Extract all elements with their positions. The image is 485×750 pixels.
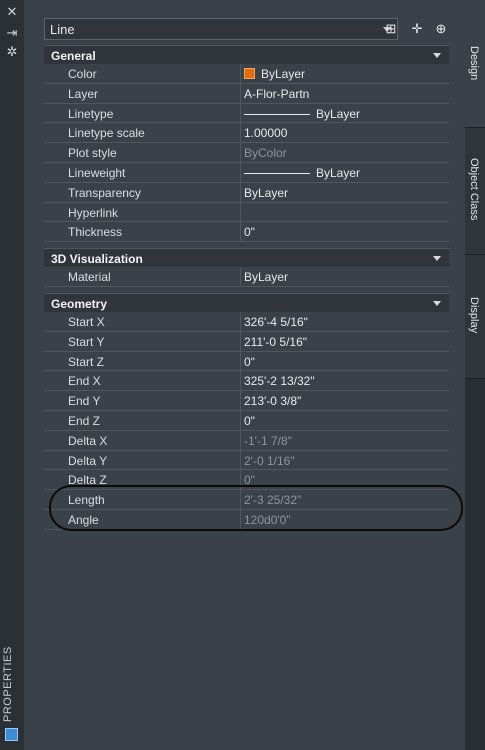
property-name: Transparency (68, 185, 141, 200)
property-name: Linetype scale (68, 126, 145, 141)
properties-panel: Line ⊞ ✛ ⊕ General Color ByLayer Layer A-F… (24, 0, 465, 750)
palette-icon (5, 728, 18, 741)
property-name: Thickness (68, 225, 123, 240)
property-name: Color (68, 67, 97, 81)
property-value[interactable]: 1.00000 (244, 126, 287, 140)
section-geometry[interactable]: Geometry (44, 292, 449, 312)
quick-select-icon[interactable]: ⊞ (382, 20, 400, 38)
property-name: End Y (68, 394, 101, 409)
property-value[interactable]: ByLayer (244, 166, 360, 180)
property-value[interactable]: ByLayer (244, 186, 288, 200)
property-name: Layer (68, 86, 99, 101)
property-row[interactable]: Lineweight ByLayer (44, 162, 449, 183)
tab-display[interactable]: Display (465, 255, 485, 379)
property-name: End Z (68, 413, 101, 428)
object-type-dropdown[interactable]: Line (44, 18, 398, 40)
select-objects-icon[interactable]: ✛ (408, 20, 426, 38)
collapse-icon[interactable] (433, 300, 441, 306)
toggle-pickadd-icon[interactable]: ⊕ (432, 20, 450, 38)
settings-icon[interactable]: ✲ (5, 45, 19, 59)
palette-title: PROPERTIES (2, 646, 14, 722)
section-title: General (51, 49, 96, 63)
property-row[interactable]: End Z 0" (44, 410, 449, 431)
tab-object-class[interactable]: Object Class (465, 128, 485, 255)
property-value: 2'-0 1/16" (244, 453, 295, 468)
property-row[interactable]: Transparency ByLayer (44, 182, 449, 203)
property-name: Start Y (68, 334, 105, 349)
palette-title-bar: ✕ ⇥ ✲ PROPERTIES (0, 0, 25, 750)
property-row[interactable]: Hyperlink (44, 202, 449, 223)
property-name: Linetype (68, 106, 114, 121)
section-title: Geometry (51, 296, 108, 311)
property-value[interactable]: 0" (244, 225, 255, 239)
property-value: ByColor (244, 146, 287, 161)
property-row[interactable]: Thickness 0" (44, 222, 449, 243)
property-row[interactable]: End Y 213'-0 3/8" (44, 391, 449, 411)
property-name: Delta X (68, 433, 108, 448)
property-value[interactable]: ByLayer (244, 107, 360, 121)
property-value: -1'-1 7/8" (244, 433, 292, 448)
annotation-ellipse (49, 485, 463, 531)
property-name: End X (68, 374, 101, 389)
property-value[interactable]: 0" (244, 355, 255, 369)
property-row[interactable]: Linetype ByLayer (44, 103, 449, 124)
collapse-icon[interactable] (433, 53, 441, 58)
property-row[interactable]: Material ByLayer (44, 267, 449, 287)
property-row[interactable]: Linetype scale 1.00000 (44, 123, 449, 144)
property-row[interactable]: Start Z 0" (44, 351, 449, 372)
property-value[interactable]: 211'-0 5/16" (244, 335, 307, 349)
property-row[interactable]: Delta X -1'-1 7/8" (44, 430, 449, 451)
property-row[interactable]: Start X 326'-4 5/16" (44, 311, 449, 332)
close-icon[interactable]: ✕ (5, 5, 19, 19)
linetype-preview-icon (244, 113, 310, 115)
property-name: Delta Y (68, 453, 108, 468)
property-value[interactable]: 325'-2 13/32" (244, 374, 315, 388)
property-value[interactable]: ByLayer (244, 67, 305, 81)
palette-tabs: Design Object Class Display (465, 0, 485, 750)
property-name: Lineweight (68, 165, 126, 180)
property-value[interactable]: 213'-0 3/8" (244, 394, 301, 408)
property-row[interactable]: Color ByLayer (44, 64, 449, 84)
property-row[interactable]: Plot style ByColor (44, 143, 449, 163)
property-name: Plot style (68, 146, 117, 161)
object-type-value: Line (50, 22, 75, 37)
section-3d-visualization[interactable]: 3D Visualization (44, 248, 449, 268)
lineweight-preview-icon (244, 172, 310, 174)
property-value[interactable]: 326'-4 5/16" (244, 315, 308, 329)
auto-hide-icon[interactable]: ⇥ (5, 26, 19, 40)
section-title: 3D Visualization (51, 252, 143, 267)
property-row[interactable]: End X 325'-2 13/32" (44, 371, 449, 392)
property-row[interactable]: Layer A-Flor-Partn (44, 83, 449, 104)
property-name: Hyperlink (68, 205, 119, 220)
property-value[interactable]: A-Flor-Partn (244, 87, 309, 101)
property-grid: General Color ByLayer Layer A-Flor-Partn L… (44, 45, 449, 530)
property-name: Material (68, 270, 111, 285)
section-general[interactable]: General (44, 45, 449, 64)
property-row[interactable]: Start Y 211'-0 5/16" (44, 331, 449, 352)
property-value[interactable]: 0" (244, 414, 255, 428)
tab-design[interactable]: Design (465, 0, 485, 128)
property-name: Start X (68, 314, 105, 329)
collapse-icon[interactable] (433, 256, 441, 262)
property-name: Start Z (68, 354, 105, 369)
property-value[interactable]: ByLayer (244, 270, 288, 284)
property-row[interactable]: Delta Y 2'-0 1/16" (44, 450, 449, 471)
color-swatch-icon (244, 68, 255, 79)
